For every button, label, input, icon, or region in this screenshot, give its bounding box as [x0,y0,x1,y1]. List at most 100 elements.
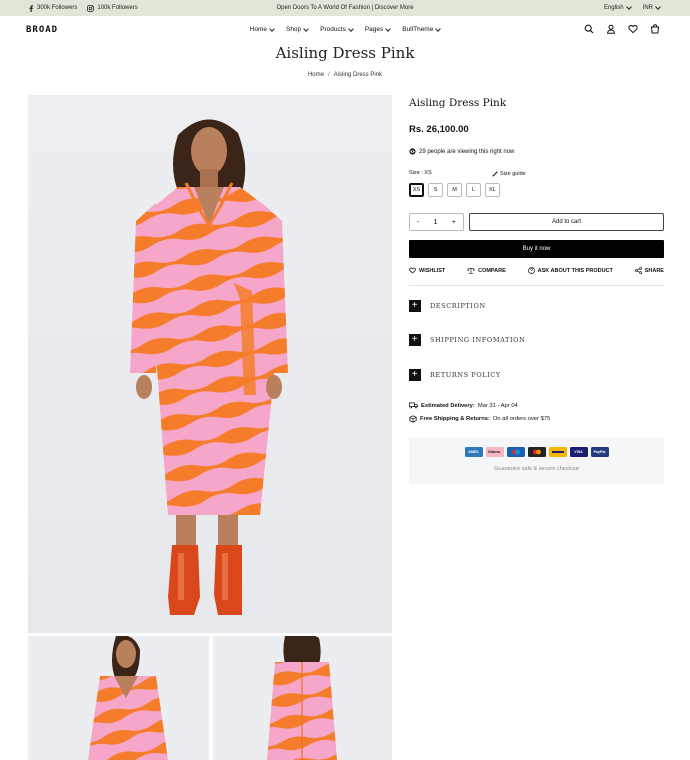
accordion-label: DESCRIPTION [430,302,486,310]
secure-checkout-note: Guarantee safe & secure checkout [494,466,579,472]
amex-card-icon: AMEX [464,447,483,457]
visa-card-icon: VISA [569,447,588,457]
user-icon[interactable] [606,24,616,34]
chevron-down-icon [347,25,354,32]
heart-icon[interactable] [628,24,638,34]
plus-icon: + [409,300,421,312]
size-guide-label: Size guide [500,171,526,177]
delivery-label: Estimated Delivery: [421,402,475,409]
instagram-icon [87,4,95,12]
language-selector[interactable]: English [603,4,632,11]
compare-button[interactable]: COMPARE [467,267,506,274]
plus-icon: + [409,334,421,346]
announcement-bar: 300k Followers 100k Followers Open Doors… [0,0,690,16]
size-option-xl[interactable]: XL [485,183,500,197]
size-options: XS S M L XL [409,183,500,197]
facebook-followers-label: 300k Followers [37,5,78,11]
nav-item-label: Shop [285,26,302,33]
share-button[interactable]: SHARE [634,267,664,274]
language-label: English [603,5,624,11]
buy-now-button[interactable]: Buy it now [409,240,664,258]
quantity-value[interactable]: 1 [434,219,438,226]
nav-item-products[interactable]: Products [320,25,354,33]
chevron-down-icon [269,25,275,32]
instagram-followers-label: 100k Followers [97,5,138,11]
chevron-down-icon [625,4,632,10]
compare-label: COMPARE [478,267,506,274]
model-side-illustration [88,636,168,760]
page-title: Aisling Dress Pink [275,44,415,62]
viewers-text: 29 people are viewing this right now [419,148,515,155]
product-thumbnail[interactable] [213,636,392,760]
accordion-shipping-information[interactable]: + SHIPPING INFOMATION [409,333,664,347]
nav-item-label: BullTheme [402,26,434,33]
announcement-text[interactable]: Open Doors To A World Of Fashion | Disco… [276,5,413,11]
facebook-followers[interactable]: 300k Followers [28,4,78,12]
divider [409,285,664,286]
size-option-xs[interactable]: XS [409,183,424,197]
share-label: SHARE [644,267,664,274]
heart-icon [409,267,416,274]
currency-selector[interactable]: INR [642,4,661,11]
free-shipping-returns: Free Shipping & Returns: On all orders o… [409,415,550,423]
mastercard-card-icon [527,447,546,457]
nav-item-pages[interactable]: Pages [364,25,392,33]
chevron-down-icon [435,25,442,32]
nav-item-label: Home [249,26,267,33]
accordion-label: RETURNS POLICY [430,371,501,379]
size-label: Size : XS [409,170,432,176]
klarna-card-icon: Klarna. [485,447,504,457]
paypal-card-icon: PayPal [590,447,609,457]
payment-methods-box: AMEX Klarna. VISA PayPal Guarantee safe … [409,437,664,484]
live-viewers: 29 people are viewing this right now [409,148,514,155]
maestro-card-icon [506,447,525,457]
eye-icon [409,148,416,155]
shipping-value: On all orders over $75 [492,416,551,422]
chevron-down-icon [655,4,661,10]
plus-icon: + [409,369,421,381]
nav-item-label: Products [320,26,346,33]
breadcrumb-current: Aisling Dress Pink [333,72,383,78]
ruler-icon [492,171,498,177]
scale-icon [467,267,475,274]
size-option-m[interactable]: M [447,183,462,197]
quantity-decrease-button[interactable]: - [417,219,419,226]
delivery-value: Mar 31 - Apr 04 [477,402,518,409]
quantity-increase-button[interactable]: + [452,219,456,226]
currency-label: INR [642,5,653,11]
product-thumbnail[interactable] [28,636,209,760]
cart-icon[interactable] [650,24,660,34]
add-to-cart-button[interactable]: Add to cart [469,213,664,231]
size-option-l[interactable]: L [466,183,481,197]
nav-item-home[interactable]: Home [249,25,275,33]
shipping-label: Free Shipping & Returns: [420,416,490,422]
product-main-image[interactable] [28,95,392,633]
instagram-followers[interactable]: 100k Followers [87,4,138,12]
chevron-down-icon [303,25,310,32]
chevron-down-icon [385,25,392,32]
facebook-icon [29,4,34,12]
breadcrumb-home[interactable]: Home [308,72,324,78]
estimated-delivery: Estimated Delivery: Mar 31 - Apr 04 [409,402,518,409]
ask-about-product-button[interactable]: ASK ABOUT THIS PRODUCT [527,267,613,274]
accordion-description[interactable]: + DESCRIPTION [409,299,664,313]
visa-gold-card-icon [548,447,567,457]
nav-item-label: Pages [364,26,384,33]
nav-item-shop[interactable]: Shop [285,25,310,33]
wishlist-button[interactable]: WISHLIST [409,267,445,274]
nav-item-bulltheme[interactable]: BullTheme [402,25,442,33]
product-actions: WISHLIST COMPARE ASK ABOUT THIS PRODUCT … [409,267,664,274]
share-icon [634,267,642,274]
breadcrumb: Home / Aisling Dress Pink [0,72,690,78]
box-icon [409,415,417,423]
breadcrumb-separator: / [327,72,330,78]
model-illustration [130,119,288,615]
size-guide-link[interactable]: Size guide [492,171,526,177]
quantity-stepper: - 1 + [409,213,464,231]
accordion-returns-policy[interactable]: + RETURNS POLICY [409,368,664,382]
site-header: BROAD Home Shop Products Pages BullTheme [0,16,690,44]
product-title: Aisling Dress Pink [409,97,507,109]
size-option-s[interactable]: S [428,183,443,197]
search-icon[interactable] [584,24,594,34]
accordion-label: SHIPPING INFOMATION [430,336,526,344]
